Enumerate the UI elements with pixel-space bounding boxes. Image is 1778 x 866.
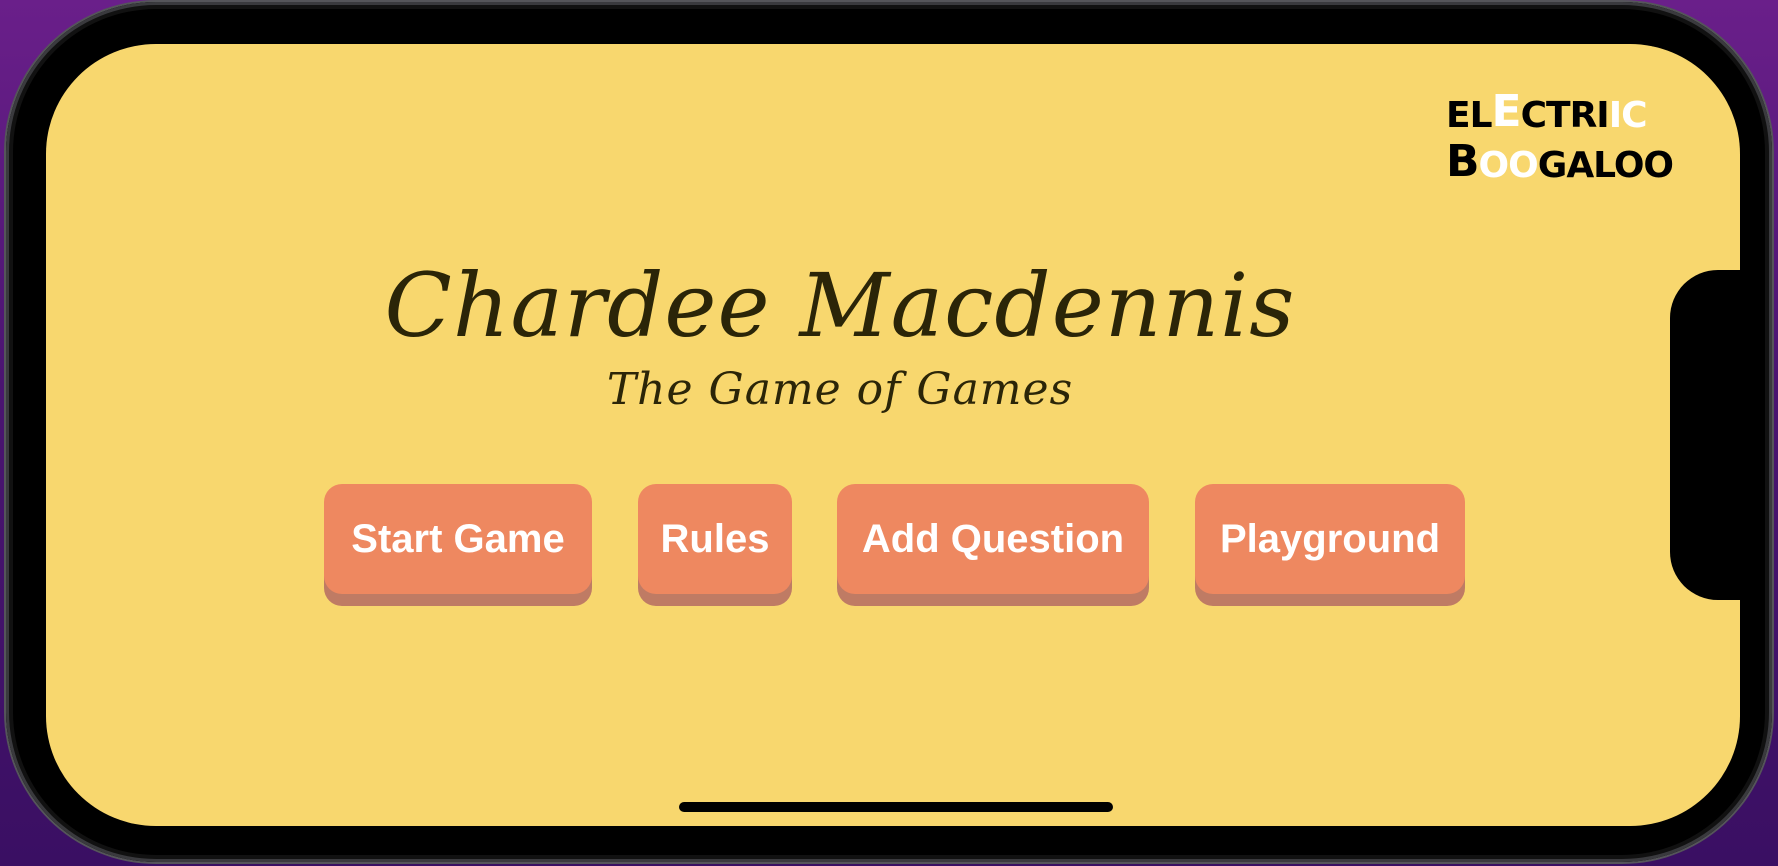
logo-row-2: B OO GALOO: [1446, 134, 1674, 187]
logo-text: IC: [1608, 95, 1648, 136]
logo-text: E: [1491, 86, 1522, 137]
start-game-button[interactable]: Start Game: [324, 484, 592, 594]
playground-button[interactable]: Playground: [1195, 484, 1465, 594]
rules-button[interactable]: Rules: [638, 484, 792, 594]
device-frame: EL E CTRI IC B OO GALOO Chardee Macdennis The…: [6, 2, 1772, 862]
logo-text: EL: [1446, 95, 1493, 136]
game-title: Chardee Macdennis: [384, 254, 1296, 357]
add-question-button[interactable]: Add Question: [837, 484, 1149, 594]
logo-text: CTRI: [1520, 95, 1610, 136]
app-screen: EL E CTRI IC B OO GALOO Chardee Macdennis The…: [46, 44, 1740, 826]
device-notch: [1670, 270, 1740, 600]
home-indicator[interactable]: [679, 802, 1113, 812]
logo-text: GALOO: [1537, 145, 1674, 186]
logo-text: B: [1446, 136, 1480, 187]
electric-boogaloo-logo: EL E CTRI IC B OO GALOO: [1446, 88, 1674, 187]
game-subtitle: The Game of Games: [606, 364, 1074, 415]
logo-text: OO: [1478, 145, 1539, 186]
logo-row-1: EL E CTRI IC: [1446, 88, 1673, 134]
